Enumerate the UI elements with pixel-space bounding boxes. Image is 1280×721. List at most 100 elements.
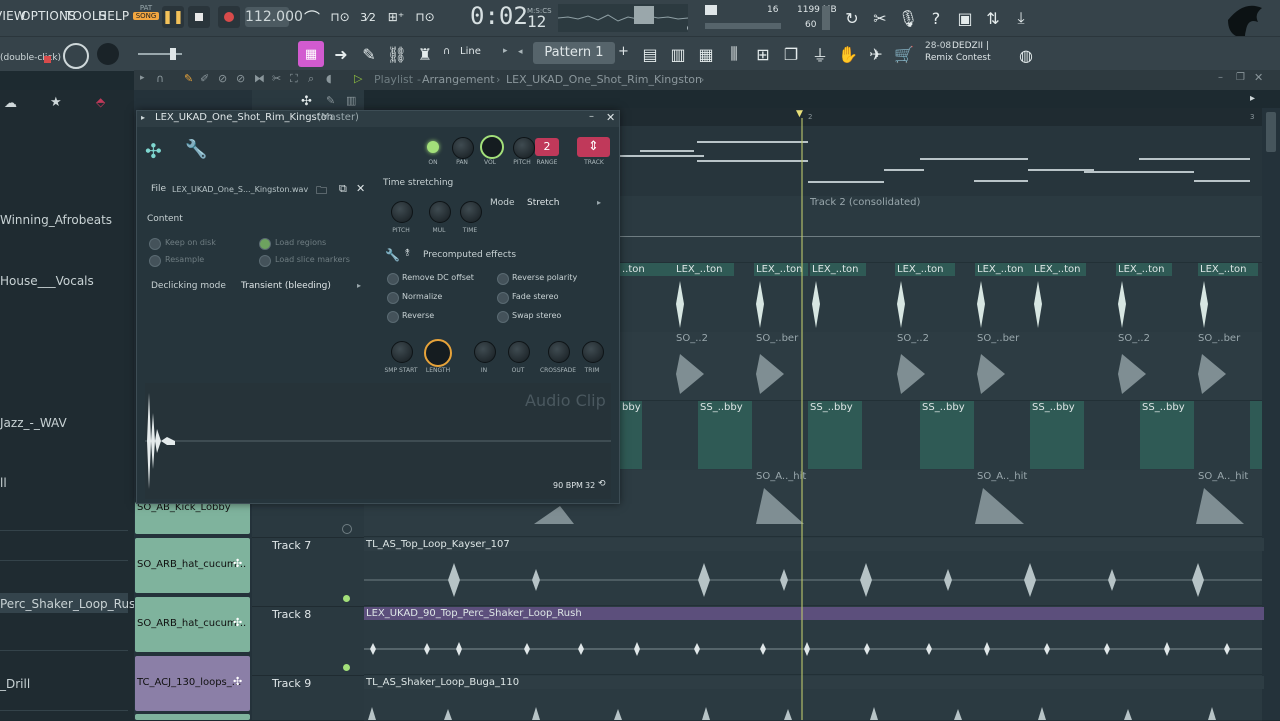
track-header-8[interactable]: Track 8: [252, 606, 364, 675]
time-display[interactable]: 0:02: [470, 2, 528, 30]
track-header-9[interactable]: Track 9: [252, 675, 364, 721]
master-pitch-knob[interactable]: [63, 43, 89, 69]
loop-record-icon[interactable]: ⊓⊙: [413, 5, 437, 29]
wrench-icon[interactable]: 🔧: [185, 139, 207, 160]
browser-item[interactable]: Jazz_-_WAV: [0, 416, 67, 430]
link-icon[interactable]: ⛓: [385, 42, 409, 66]
clip[interactable]: SS_..bby: [1030, 401, 1084, 469]
length-knob[interactable]: [424, 339, 452, 367]
file-name[interactable]: LEX_UKAD_One_S..._Kingston.wav: [172, 185, 308, 194]
track-mute-led[interactable]: [343, 664, 350, 671]
mixer-icon[interactable]: ⫼: [722, 42, 746, 66]
globe-icon[interactable]: ◍: [1014, 43, 1038, 67]
lane-track-8[interactable]: LEX_UKAD_90_Top_Perc_Shaker_Loop_Rush: [364, 606, 1264, 675]
clip-source[interactable]: TC_ACJ_130_loops_... ✣: [135, 656, 250, 711]
lane-track-7[interactable]: TL_AS_Top_Loop_Kayser_107: [364, 537, 1264, 606]
clip[interactable]: ..ton: [620, 263, 674, 276]
browser-icon[interactable]: ❐: [779, 42, 803, 66]
browser-item[interactable]: House___Vocals: [0, 274, 94, 288]
tag-icon[interactable]: ⬘: [96, 95, 105, 109]
lane-track-9[interactable]: TL_AS_Shaker_Loop_Buga_110: [364, 675, 1264, 721]
vertical-scrollbar[interactable]: [1262, 108, 1280, 720]
slip-tool-icon[interactable]: ⧓: [254, 72, 265, 85]
network-icon[interactable]: ⊞: [751, 42, 775, 66]
declicking-select[interactable]: Transient (bleeding) ▸: [237, 277, 367, 295]
window-titlebar[interactable]: ▸ LEX_UKAD_One_Shot_Rim_Kingston (Master…: [137, 111, 619, 127]
wait-input-icon[interactable]: ⊓⊙: [328, 5, 352, 29]
pencil-small-icon[interactable]: ✎: [326, 94, 335, 107]
playlist-options-arrow-icon[interactable]: ▸: [140, 73, 145, 83]
clip[interactable]: LEX_..ton: [1198, 263, 1258, 276]
zoom-tool-icon[interactable]: ⌕: [308, 72, 314, 86]
clip[interactable]: SS_..bby: [1140, 401, 1194, 469]
browser-item[interactable]: _Drill: [0, 677, 30, 691]
piano-roll-icon[interactable]: ▦: [298, 41, 324, 67]
menu-help[interactable]: HELP: [98, 9, 129, 23]
clip[interactable]: LEX_..ton: [1116, 263, 1172, 276]
clip[interactable]: TL_AS_Top_Loop_Kayser_107: [364, 538, 1264, 551]
stretch-tool-icon[interactable]: ✣: [301, 94, 312, 109]
playhead[interactable]: [801, 118, 803, 720]
add-pattern-icon[interactable]: +: [618, 44, 629, 59]
load-slice-markers-radio[interactable]: [259, 255, 271, 267]
window-menu-icon[interactable]: ▸: [141, 113, 145, 122]
marker-icon[interactable]: ✈: [864, 42, 888, 66]
swap-file-icon[interactable]: ⧉: [339, 182, 347, 196]
sample-start-knob[interactable]: [391, 341, 413, 363]
grid-icon[interactable]: ▥: [346, 94, 356, 107]
main-volume-knob[interactable]: [97, 43, 119, 65]
clip[interactable]: TL_AS_Shaker_Loop_Buga_110: [364, 676, 1264, 689]
pitch-knob[interactable]: [513, 137, 535, 159]
in-knob[interactable]: [474, 341, 496, 363]
stamp-icon[interactable]: ♜: [413, 42, 437, 66]
range-value[interactable]: 2: [535, 138, 559, 156]
pan-knob[interactable]: [452, 137, 474, 159]
maximize-icon[interactable]: ❐: [1236, 72, 1245, 83]
clip-source[interactable]: [135, 714, 250, 720]
pat-song-toggle[interactable]: PAT SONG: [133, 4, 159, 30]
countdown-icon[interactable]: 3⁄2: [356, 5, 380, 29]
stretch-pitch-knob[interactable]: [391, 201, 413, 223]
piano-icon[interactable]: ▥: [666, 42, 690, 66]
clip-source[interactable]: SO_ARB_hat_cucum... ✣: [135, 538, 250, 593]
browser-item[interactable]: Winning_Afrobeats: [0, 213, 112, 227]
reverse-radio[interactable]: [387, 311, 399, 323]
track-mute-led[interactable]: [342, 524, 352, 534]
clip[interactable]: [1250, 401, 1262, 469]
reverse-polarity-radio[interactable]: [497, 273, 509, 285]
record-button[interactable]: [218, 6, 240, 28]
clip[interactable]: SS_..bby: [920, 401, 974, 469]
playback-tool-icon[interactable]: ◖: [326, 72, 332, 85]
clip[interactable]: LEX_UKAD_90_Top_Perc_Shaker_Loop_Rush: [364, 607, 1264, 620]
microphone-icon[interactable]: 🎙: [896, 6, 920, 30]
track-mute-led[interactable]: [343, 595, 350, 602]
window-minimize-icon[interactable]: –: [589, 111, 594, 122]
scroll-right-icon[interactable]: ▸: [1250, 93, 1255, 104]
pattern-prev-icon[interactable]: ◂: [518, 47, 523, 57]
snap-arrow-icon[interactable]: ▸: [503, 46, 508, 56]
step-edit-icon[interactable]: ⊞⁺: [384, 5, 408, 29]
clip[interactable]: SS_..bby: [808, 401, 862, 469]
refresh-icon[interactable]: ↻: [840, 6, 864, 30]
mode-select[interactable]: Stretch ▸: [523, 194, 607, 212]
plugin-icon[interactable]: ⏚: [808, 42, 832, 66]
clip[interactable]: LEX_..ton: [810, 263, 866, 276]
tempo-display[interactable]: 112.000: [245, 7, 303, 27]
save-icon[interactable]: ▣: [953, 6, 977, 30]
star-icon[interactable]: ★: [50, 95, 62, 110]
playlist-icon[interactable]: ▤: [638, 42, 662, 66]
close-playlist-icon[interactable]: ✕: [1254, 71, 1263, 84]
keep-on-disk-radio[interactable]: [149, 238, 161, 250]
volume-knob[interactable]: [480, 135, 504, 159]
pencil-tool-icon[interactable]: ✎: [184, 72, 193, 85]
bpm-value[interactable]: 32: [585, 481, 595, 490]
channel-rack-icon[interactable]: ▦: [694, 42, 718, 66]
help-icon[interactable]: ?: [924, 6, 948, 30]
magnet-small-icon[interactable]: ∩: [156, 72, 164, 85]
crossfade-knob[interactable]: [548, 341, 570, 363]
clip[interactable]: SS_..bby: [698, 401, 752, 469]
stretch-mul-knob[interactable]: [429, 201, 451, 223]
waveform-tab-icon[interactable]: ✣: [145, 139, 162, 163]
master-slider[interactable]: [138, 48, 182, 60]
clip-source[interactable]: SO_ARB_hat_cucum... ✣: [135, 597, 250, 652]
